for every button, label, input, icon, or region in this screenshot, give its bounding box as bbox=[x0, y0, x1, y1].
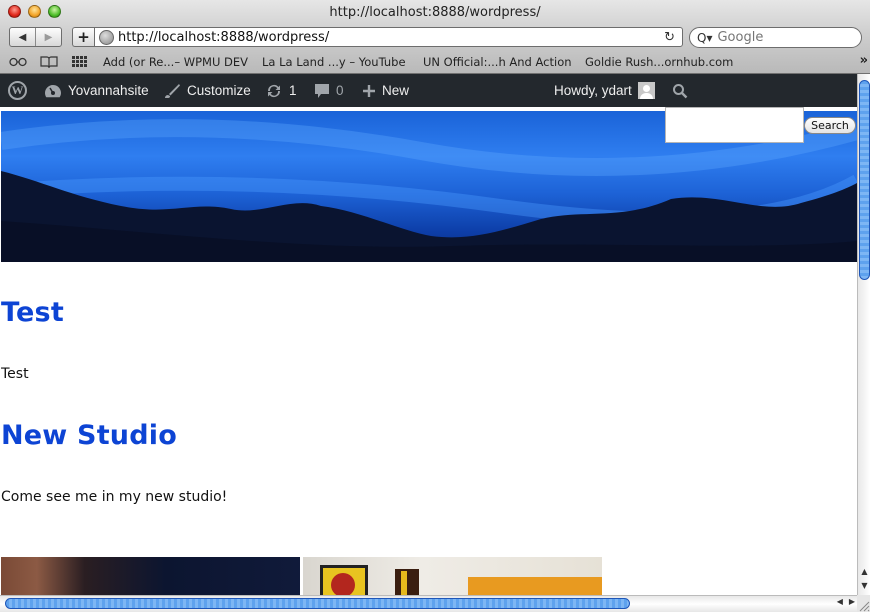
my-account-menu[interactable]: Howdy, ydart bbox=[554, 74, 655, 107]
scroll-left-arrow[interactable]: ◀ bbox=[837, 597, 843, 606]
comments-link[interactable]: 0 bbox=[314, 74, 344, 107]
admin-search-toggle[interactable] bbox=[672, 74, 688, 107]
bookmark-item[interactable]: UN Official:...h And Action bbox=[423, 55, 572, 69]
post-body: Come see me in my new studio! bbox=[1, 489, 228, 505]
scroll-down-arrow[interactable]: ▼ bbox=[858, 579, 870, 593]
reload-icon[interactable]: ↻ bbox=[664, 30, 682, 45]
studio-photo bbox=[1, 557, 300, 595]
studio-photo bbox=[303, 557, 602, 595]
comments-count: 0 bbox=[336, 83, 344, 98]
bookmarks-bar: Add (or Re...– WPMU DEV La La Land ...y … bbox=[0, 52, 870, 72]
wp-logo-menu[interactable]: W bbox=[8, 74, 27, 107]
top-sites-grid-icon[interactable] bbox=[72, 56, 88, 68]
google-search-input[interactable] bbox=[717, 30, 848, 45]
add-bookmark-button[interactable]: + bbox=[72, 27, 94, 47]
browser-window: http://localhost:8888/wordpress/ ◀ ▶ + h… bbox=[0, 0, 870, 612]
post-body: Test bbox=[1, 366, 29, 382]
bookmark-item[interactable]: Add (or Re...– WPMU DEV bbox=[103, 55, 248, 69]
vertical-scrollbar[interactable]: ▲ ▼ bbox=[857, 74, 870, 595]
avatar bbox=[637, 82, 655, 99]
address-bar[interactable]: http://localhost:8888/wordpress/ ↻ bbox=[94, 27, 683, 47]
site-globe-icon bbox=[99, 29, 114, 45]
reading-list-icon[interactable] bbox=[9, 57, 27, 67]
bookmark-item[interactable]: La La Land ...y – YouTube bbox=[262, 55, 406, 69]
customize-link[interactable]: Customize bbox=[163, 74, 251, 107]
scroll-right-arrow[interactable]: ▶ bbox=[849, 597, 855, 606]
nav-buttons: ◀ ▶ bbox=[9, 27, 62, 47]
new-content-menu[interactable]: New bbox=[362, 74, 409, 107]
howdy-text: Howdy, ydart bbox=[554, 83, 632, 98]
updates-link[interactable]: 1 bbox=[265, 74, 297, 107]
horizontal-scrollbar[interactable]: ◀ ▶ bbox=[0, 595, 857, 612]
window-title: http://localhost:8888/wordpress/ bbox=[329, 5, 541, 20]
site-name-menu[interactable]: Yovannahsite bbox=[44, 74, 149, 107]
site-search-input[interactable] bbox=[665, 107, 804, 143]
updates-icon bbox=[265, 83, 283, 99]
site-name: Yovannahsite bbox=[68, 83, 149, 98]
comment-bubble-icon bbox=[314, 83, 330, 99]
paintbrush-icon bbox=[163, 83, 181, 99]
plus-icon bbox=[362, 84, 376, 98]
google-search-field[interactable]: Q▾ bbox=[689, 27, 862, 48]
bookmarks-book-icon[interactable] bbox=[40, 56, 58, 68]
updates-count: 1 bbox=[289, 83, 297, 98]
vertical-scroll-thumb[interactable] bbox=[859, 80, 870, 280]
browser-toolbar: http://localhost:8888/wordpress/ ◀ ▶ + h… bbox=[0, 0, 870, 74]
url-text[interactable]: http://localhost:8888/wordpress/ bbox=[118, 30, 664, 45]
bookmarks-overflow-button[interactable]: » bbox=[860, 53, 868, 68]
bookmark-item[interactable]: Goldie Rush...ornhub.com bbox=[585, 55, 733, 69]
search-icon bbox=[672, 83, 688, 99]
horizontal-scroll-thumb[interactable] bbox=[5, 598, 630, 609]
back-button[interactable]: ◀ bbox=[10, 28, 35, 46]
customize-label: Customize bbox=[187, 83, 251, 98]
wordpress-logo-icon: W bbox=[8, 81, 27, 100]
site-search-button[interactable]: Search bbox=[804, 117, 856, 134]
post-title-link[interactable]: Test bbox=[1, 297, 64, 328]
resize-grip[interactable] bbox=[857, 595, 870, 612]
forward-button[interactable]: ▶ bbox=[35, 28, 61, 46]
horizontal-scroll-arrows: ◀ ▶ bbox=[837, 597, 855, 606]
search-icon[interactable]: Q▾ bbox=[697, 31, 712, 45]
scroll-up-arrow[interactable]: ▲ bbox=[858, 565, 870, 579]
dashboard-icon bbox=[44, 84, 62, 98]
new-label: New bbox=[382, 83, 410, 98]
page-content: Search Test Test New Studio Come see me … bbox=[1, 107, 857, 595]
wp-admin-bar: W Yovannahsite Customize 1 0 New Howdy, … bbox=[0, 74, 857, 107]
post-title-link[interactable]: New Studio bbox=[1, 420, 177, 451]
vertical-scroll-arrows: ▲ ▼ bbox=[858, 565, 870, 595]
